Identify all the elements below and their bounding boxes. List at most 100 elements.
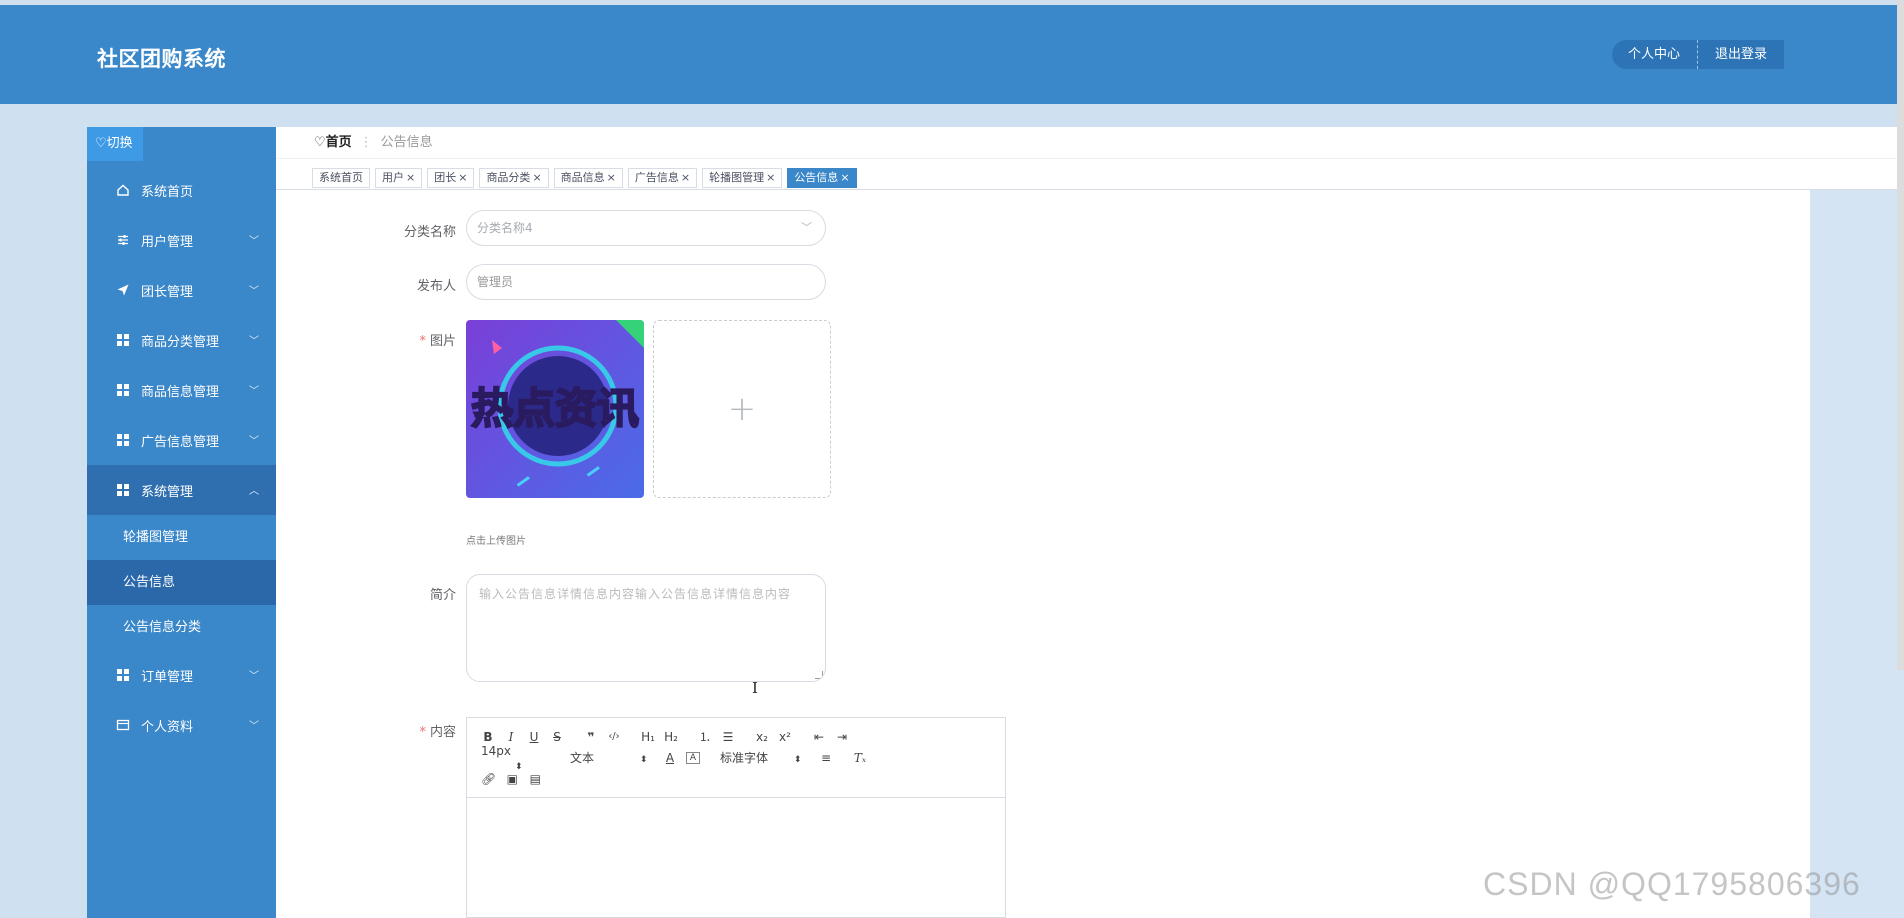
font-size-select[interactable]: 14px ⬍ [481, 744, 555, 772]
heading2-icon[interactable]: H₂ [664, 730, 678, 744]
sidebar-item-home[interactable]: 系统首页 [87, 165, 276, 215]
upload-trigger[interactable]: + [653, 320, 831, 498]
font-size-value: 14px [481, 743, 511, 758]
publisher-label: 发布人 [416, 279, 456, 294]
ordered-list-icon[interactable]: ⒈ [698, 728, 712, 745]
tab-carousel[interactable]: 轮播图管理 × [702, 168, 783, 188]
close-icon[interactable]: × [840, 171, 849, 184]
sidebar-menu: 系统首页 用户管理 ﹀ 团长管理 ﹀ 商品分类管理 ﹀ 商品信息管理 ﹀ 广告信… [87, 165, 276, 750]
resize-handle[interactable] [815, 671, 823, 679]
font-color-icon[interactable]: A [663, 751, 677, 765]
top-header: 社区团购系统 个人中心 退出登录 [0, 5, 1904, 104]
clear-format-icon[interactable]: Tₓ [853, 751, 867, 765]
sidebar-item-products[interactable]: 商品信息管理 ﹀ [87, 365, 276, 415]
indent-icon[interactable]: ⇥ [835, 730, 849, 744]
tab-label: 公告信息 [794, 171, 839, 184]
blockquote-icon[interactable]: ❞ [584, 730, 598, 744]
sidebar-item-label: 商品信息管理 [141, 384, 220, 400]
heading-select[interactable]: 文本 ⬍ [564, 749, 654, 766]
code-icon[interactable]: ‹/› [607, 731, 621, 742]
summary-label: 简介 [429, 588, 456, 603]
sidebar-item-leaders[interactable]: 团长管理 ﹀ [87, 265, 276, 315]
image-label: * 图片 [336, 330, 456, 349]
subscript-icon[interactable]: x₂ [755, 730, 769, 744]
summary-placeholder: 输入公告信息详情信息内容输入公告信息详情信息内容 [479, 587, 792, 601]
close-icon[interactable]: × [607, 171, 616, 184]
tab-notice[interactable]: 公告信息 × [787, 168, 857, 188]
sidebar-item-label: 商品分类管理 [141, 334, 220, 350]
required-mark: * [419, 725, 426, 740]
breadcrumb-separator: ⋮ [359, 135, 373, 150]
tab-ads[interactable]: 广告信息 × [627, 168, 698, 188]
grid-icon [116, 483, 130, 497]
required-mark: * [419, 334, 426, 349]
grid-icon [116, 668, 130, 682]
breadcrumb-current: 公告信息 [380, 135, 433, 150]
chevron-down-icon: ﹀ [249, 436, 259, 447]
sidebar-item-category[interactable]: 商品分类管理 ﹀ [87, 315, 276, 365]
image-icon[interactable]: ▣ [505, 772, 519, 786]
tab-label: 轮播图管理 [709, 171, 765, 184]
close-icon[interactable]: × [681, 171, 690, 184]
sidebar-item-label: 订单管理 [141, 669, 194, 685]
outdent-icon[interactable]: ⇤ [812, 730, 826, 744]
sidebar-subitem-notice-category[interactable]: 公告信息分类 [87, 605, 276, 650]
sidebar: ♡切换 系统首页 用户管理 ﹀ 团长管理 ﹀ 商品分类管理 ﹀ 商品信息管理 ﹀… [87, 127, 276, 918]
background-color-icon[interactable]: A [686, 751, 700, 764]
underline-icon[interactable]: U [527, 730, 541, 744]
font-family-select[interactable]: 标准字体 ⬍ [720, 749, 810, 766]
content-label: * 内容 [336, 721, 456, 740]
switch-button[interactable]: ♡切换 [87, 127, 143, 161]
sidebar-item-label: 系统管理 [141, 484, 194, 500]
link-icon[interactable]: 🔗︎ [481, 772, 496, 786]
bullet-list-icon[interactable]: ☰ [721, 730, 735, 744]
sidebar-item-label: 用户管理 [141, 234, 194, 250]
sidebar-item-label: 个人资料 [141, 719, 194, 735]
tab-category[interactable]: 商品分类 × [479, 168, 549, 188]
italic-icon[interactable]: I [504, 730, 518, 744]
sidebar-item-ads[interactable]: 广告信息管理 ﹀ [87, 415, 276, 465]
chevron-down-icon: ﹀ [249, 721, 259, 732]
sidebar-subitem-carousel[interactable]: 轮播图管理 [87, 515, 276, 560]
close-icon[interactable]: × [406, 171, 415, 184]
superscript-icon[interactable]: x² [778, 730, 792, 744]
chevron-down-icon: ﹀ [249, 671, 259, 682]
send-icon [116, 283, 130, 297]
close-icon[interactable]: × [766, 171, 775, 184]
tab-users[interactable]: 用户 × [375, 168, 423, 188]
tab-home[interactable]: 系统首页 [312, 168, 370, 188]
main-panel: ♡首页 ⋮ 公告信息 系统首页 用户 × 团长 × 商品分类 × 商品信息 × 广告信息 × … [276, 127, 1904, 918]
strikethrough-icon[interactable]: S [550, 730, 564, 744]
bold-icon[interactable]: B [481, 730, 495, 744]
breadcrumb-home[interactable]: 首页 [326, 135, 352, 150]
editor-toolbar: B I U S ❞ ‹/› H₁ H₂ ⒈ ☰ x₂ x² ⇤ ⇥ 14px ⬍ [467, 718, 1005, 798]
align-icon[interactable]: ≡ [819, 751, 833, 765]
breadcrumb: ♡首页 ⋮ 公告信息 [276, 127, 1904, 159]
home-icon [116, 183, 130, 197]
sidebar-subitem-notice[interactable]: 公告信息 [87, 560, 276, 605]
sidebar-item-profile[interactable]: 个人资料 ﹀ [87, 700, 276, 750]
uploaded-image[interactable]: 热点资讯 [466, 320, 644, 498]
publisher-field[interactable]: 管理员 [466, 264, 826, 300]
close-icon[interactable]: × [532, 171, 541, 184]
sidebar-item-users[interactable]: 用户管理 ﹀ [87, 215, 276, 265]
tab-leaders[interactable]: 团长 × [427, 168, 475, 188]
chevron-up-icon: ︿ [249, 486, 259, 497]
image-caption: 热点资讯 [471, 384, 639, 433]
page-scrollbar[interactable] [1897, 0, 1904, 670]
heading1-icon[interactable]: H₁ [641, 730, 655, 744]
category-value: 分类名称4 [477, 221, 533, 235]
chevron-down-icon: ﹀ [249, 386, 259, 397]
sidebar-item-system[interactable]: 系统管理 ︿ [87, 465, 276, 515]
summary-textarea[interactable]: 输入公告信息详情信息内容输入公告信息详情信息内容 [466, 574, 826, 682]
personal-center-button[interactable]: 个人中心 [1612, 40, 1699, 69]
sidebar-item-orders[interactable]: 订单管理 ﹀ [87, 650, 276, 700]
logout-button[interactable]: 退出登录 [1698, 40, 1785, 69]
close-icon[interactable]: × [458, 171, 467, 184]
tab-products[interactable]: 商品信息 × [553, 168, 623, 188]
text-cursor-icon: I [752, 679, 758, 697]
heading-value: 文本 [570, 751, 595, 765]
tab-label: 用户 [382, 171, 404, 184]
video-icon[interactable]: ▤ [528, 772, 542, 786]
category-select[interactable]: 分类名称4 ﹀ [466, 210, 826, 246]
